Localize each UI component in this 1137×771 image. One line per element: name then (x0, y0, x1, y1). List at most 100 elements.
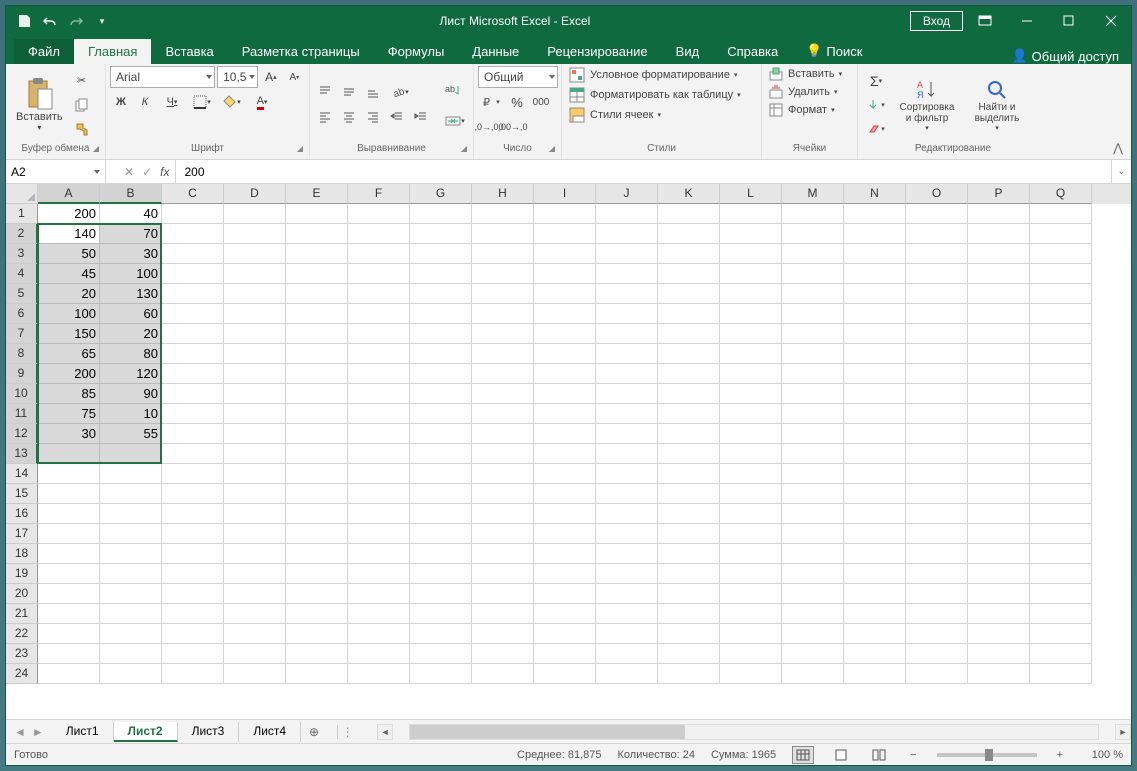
cell-D8[interactable] (224, 344, 286, 364)
cell-B14[interactable] (100, 464, 162, 484)
cell-L7[interactable] (720, 324, 782, 344)
decrease-font-icon[interactable]: A▾ (284, 66, 305, 88)
borders-icon[interactable]: ▾ (188, 91, 216, 113)
cell-H18[interactable] (472, 544, 534, 564)
cell-A11[interactable]: 75 (38, 404, 100, 424)
cell-C10[interactable] (162, 384, 224, 404)
clipboard-dialog-icon[interactable]: ◢ (93, 144, 99, 153)
cell-C13[interactable] (162, 444, 224, 464)
row-header-12[interactable]: 12 (6, 424, 38, 444)
cell-L4[interactable] (720, 264, 782, 284)
cell-F13[interactable] (348, 444, 410, 464)
cell-B22[interactable] (100, 624, 162, 644)
cell-O6[interactable] (906, 304, 968, 324)
cell-E19[interactable] (286, 564, 348, 584)
cell-O23[interactable] (906, 644, 968, 664)
cell-D20[interactable] (224, 584, 286, 604)
cell-L20[interactable] (720, 584, 782, 604)
column-header-B[interactable]: B (100, 184, 162, 204)
orientation-icon[interactable]: ab▾ (386, 81, 414, 103)
cell-K6[interactable] (658, 304, 720, 324)
cell-J10[interactable] (596, 384, 658, 404)
increase-decimal-icon[interactable]: ,0→,00 (478, 116, 500, 138)
cell-J17[interactable] (596, 524, 658, 544)
scroll-right-icon[interactable]: ► (1115, 724, 1131, 740)
cell-E17[interactable] (286, 524, 348, 544)
cell-P21[interactable] (968, 604, 1030, 624)
cell-O8[interactable] (906, 344, 968, 364)
cell-H24[interactable] (472, 664, 534, 684)
undo-icon[interactable] (38, 9, 62, 33)
cell-C21[interactable] (162, 604, 224, 624)
cell-I13[interactable] (534, 444, 596, 464)
cell-Q17[interactable] (1030, 524, 1092, 544)
cell-I4[interactable] (534, 264, 596, 284)
cell-I15[interactable] (534, 484, 596, 504)
percent-format-icon[interactable]: % (506, 91, 528, 113)
cell-M22[interactable] (782, 624, 844, 644)
cell-F2[interactable] (348, 224, 410, 244)
cell-P20[interactable] (968, 584, 1030, 604)
cell-K11[interactable] (658, 404, 720, 424)
cell-G9[interactable] (410, 364, 472, 384)
cell-B12[interactable]: 55 (100, 424, 162, 444)
zoom-in-button[interactable]: + (1053, 749, 1067, 761)
cell-I1[interactable] (534, 204, 596, 224)
cell-B3[interactable]: 30 (100, 244, 162, 264)
accounting-format-icon[interactable]: ₽▾ (478, 91, 504, 113)
cell-C2[interactable] (162, 224, 224, 244)
align-left-icon[interactable] (314, 106, 336, 128)
cell-K16[interactable] (658, 504, 720, 524)
enter-formula-icon[interactable]: ✓ (142, 165, 152, 179)
cell-A3[interactable]: 50 (38, 244, 100, 264)
cell-L6[interactable] (720, 304, 782, 324)
cell-N20[interactable] (844, 584, 906, 604)
cell-G7[interactable] (410, 324, 472, 344)
cell-B21[interactable] (100, 604, 162, 624)
cell-I12[interactable] (534, 424, 596, 444)
cell-Q1[interactable] (1030, 204, 1092, 224)
sheet-nav-prev-icon[interactable]: ◄ (14, 725, 26, 739)
cell-J11[interactable] (596, 404, 658, 424)
cell-M20[interactable] (782, 584, 844, 604)
cell-H14[interactable] (472, 464, 534, 484)
bold-button[interactable]: Ж (110, 91, 132, 113)
column-header-O[interactable]: O (906, 184, 968, 204)
row-header-17[interactable]: 17 (6, 524, 38, 544)
cell-F23[interactable] (348, 644, 410, 664)
cell-M8[interactable] (782, 344, 844, 364)
cell-P1[interactable] (968, 204, 1030, 224)
cell-D19[interactable] (224, 564, 286, 584)
cell-N15[interactable] (844, 484, 906, 504)
cell-K13[interactable] (658, 444, 720, 464)
scroll-left-icon[interactable]: ◄ (377, 724, 393, 740)
cell-D16[interactable] (224, 504, 286, 524)
cell-C16[interactable] (162, 504, 224, 524)
font-dialog-icon[interactable]: ◢ (297, 144, 303, 153)
cell-L22[interactable] (720, 624, 782, 644)
column-header-P[interactable]: P (968, 184, 1030, 204)
font-name-combo[interactable]: Arial (110, 66, 215, 88)
cell-A10[interactable]: 85 (38, 384, 100, 404)
conditional-formatting-button[interactable]: Условное форматирование▾ (566, 66, 740, 84)
cell-A1[interactable]: 200 (38, 204, 100, 224)
insert-function-icon[interactable]: fx (160, 165, 169, 179)
collapse-ribbon-icon[interactable]: ⋀ (1113, 141, 1123, 155)
cell-L18[interactable] (720, 544, 782, 564)
format-painter-icon[interactable] (71, 118, 93, 140)
italic-button[interactable]: К (134, 91, 156, 113)
cell-Q20[interactable] (1030, 584, 1092, 604)
row-header-2[interactable]: 2 (6, 224, 38, 244)
row-header-7[interactable]: 7 (6, 324, 38, 344)
column-header-D[interactable]: D (224, 184, 286, 204)
cell-N23[interactable] (844, 644, 906, 664)
number-dialog-icon[interactable]: ◢ (549, 144, 555, 153)
cell-E22[interactable] (286, 624, 348, 644)
cell-P11[interactable] (968, 404, 1030, 424)
row-header-10[interactable]: 10 (6, 384, 38, 404)
cell-N7[interactable] (844, 324, 906, 344)
cell-M11[interactable] (782, 404, 844, 424)
cell-M7[interactable] (782, 324, 844, 344)
tab-help[interactable]: Справка (713, 39, 792, 64)
increase-indent-icon[interactable] (410, 106, 432, 128)
